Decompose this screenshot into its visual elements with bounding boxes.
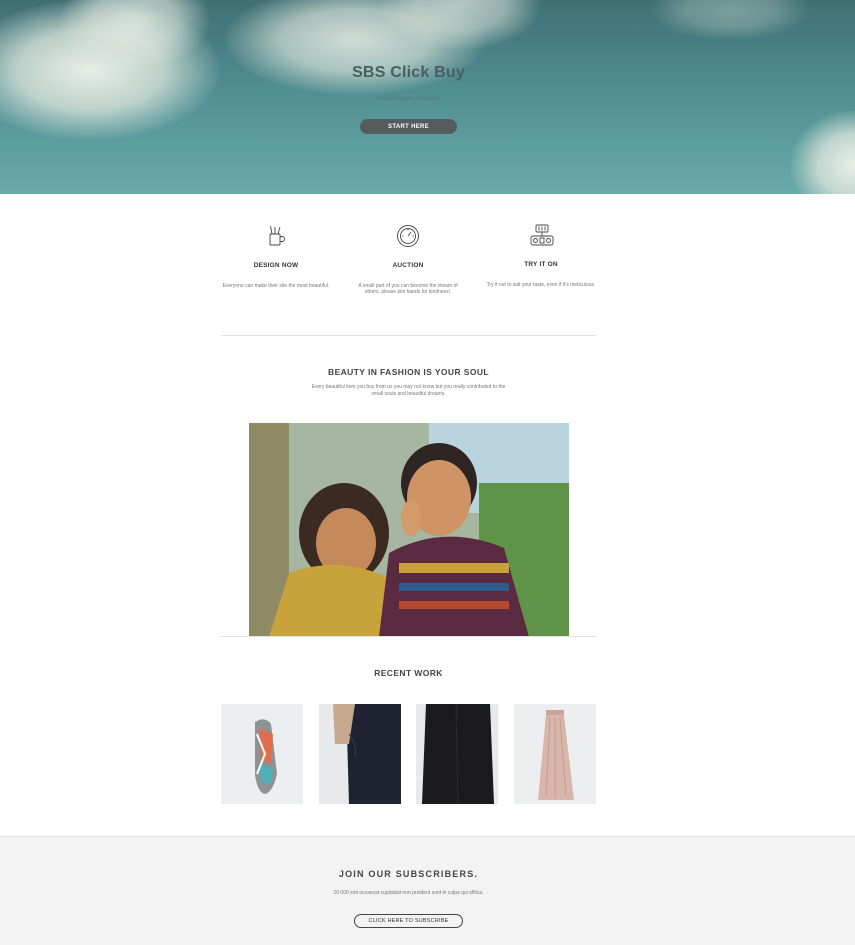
recent-work-item-pink-skirt[interactable] [514, 704, 596, 804]
start-here-button[interactable]: START HERE [360, 119, 457, 134]
feature-design-now: DESIGN NOW Everyone can make their site … [221, 224, 331, 289]
recent-work-item-black-pants[interactable] [319, 704, 401, 804]
children-photo [249, 423, 569, 637]
feature-title: DESIGN NOW [253, 262, 299, 269]
beauty-title: BEAUTY IN FASHION IS YOUR SOUL [328, 367, 489, 377]
feature-description: A small part of you can become the dream… [358, 283, 458, 295]
speedometer-icon [396, 224, 420, 248]
hero-title: SBS Click Buy [352, 64, 465, 81]
subscribe-description: 10 000 sint occaecat cupidatat non proid… [333, 890, 484, 896]
cloud-decoration [650, 0, 810, 40]
cloud-decoration [790, 110, 855, 194]
beauty-description: Every beautiful item you buy from us you… [311, 384, 506, 397]
hero-banner: SBS Click Buy Lets sell together for cha… [0, 0, 855, 194]
subscribe-button[interactable]: CLICK HERE TO SUBSCRIBE [354, 914, 463, 928]
recent-work-item-black-jacket[interactable] [416, 704, 498, 804]
section-divider [221, 335, 596, 336]
subscribe-title: JOIN OUR SUBSCRIBERS. [338, 869, 479, 879]
robot-icon [529, 223, 554, 247]
feature-try-it-on: TRY IT ON Try it out to suit your taste,… [486, 223, 596, 288]
feature-auction: AUCTION A small part of you can become t… [353, 224, 463, 295]
mug-pencils-icon [264, 224, 288, 248]
feature-description: Everyone can make their site the most be… [222, 283, 330, 289]
hero-subtitle: Lets sell together for charity! [377, 96, 440, 102]
feature-title: AUCTION [392, 262, 424, 269]
recent-work-title: RECENT WORK [374, 668, 443, 678]
subscribe-section: JOIN OUR SUBSCRIBERS. 10 000 sint occaec… [0, 836, 855, 945]
feature-title: TRY IT ON [524, 261, 558, 268]
feature-description: Try it out to suit your taste, even if i… [486, 282, 596, 288]
section-divider [221, 636, 596, 637]
recent-work-item-sneaker[interactable] [221, 704, 303, 804]
